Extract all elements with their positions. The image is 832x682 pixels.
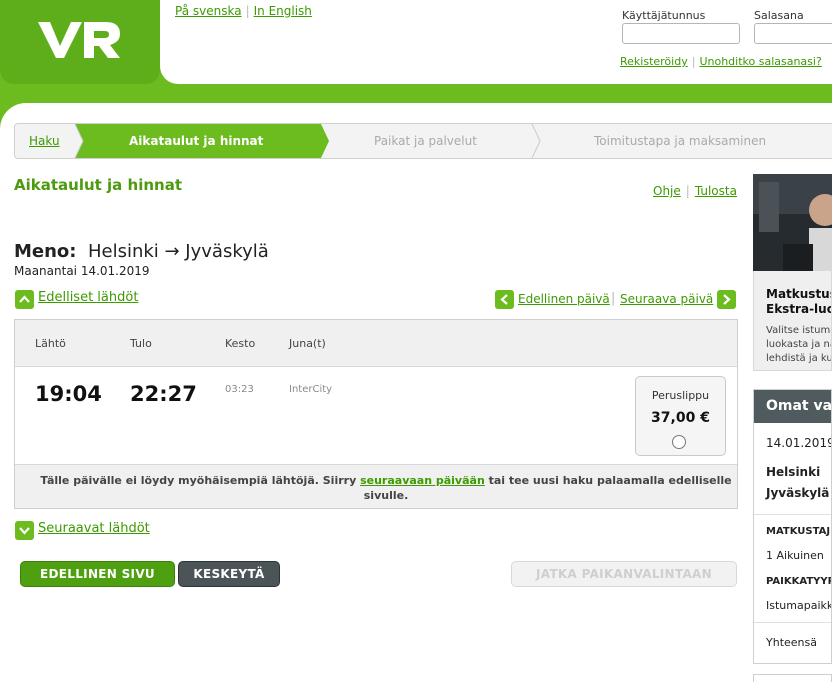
col-trains: Juna(t): [289, 337, 326, 350]
continue-seat-selection-button[interactable]: JATKA PAIKANVALINTAAN: [511, 561, 737, 587]
step-schedules-prices: Aikataulut ja hinnat: [129, 134, 264, 148]
next-day-note-link[interactable]: seuraavaan päivään: [360, 474, 485, 487]
summary-from: Helsinki: [766, 465, 821, 479]
help-links: Ohje | Tulosta: [653, 184, 737, 198]
promo-text-line-1: Valitse istuma: [766, 325, 832, 336]
passenger-photo-icon: [753, 174, 832, 271]
language-links: På svenska | In English: [175, 4, 312, 18]
divider: [754, 514, 831, 515]
promo-text: Valitse istuma luokasta ja na lehdistä j…: [766, 324, 832, 366]
no-more-departures-note: Tälle päivälle ei löydy myöhäisempiä läh…: [15, 464, 737, 508]
previous-page-button[interactable]: EDELLINEN SIVU: [20, 561, 175, 587]
fare-option[interactable]: Peruslippu 37,00 €: [635, 376, 726, 456]
step-seats-services: Paikat ja palvelut: [374, 134, 477, 148]
train-type: InterCity: [289, 384, 333, 395]
vr-logo-icon: [38, 22, 120, 58]
next-day-link[interactable]: Seuraava päivä: [620, 292, 713, 306]
register-link[interactable]: Rekisteröidy: [620, 55, 688, 68]
separator: |: [611, 291, 616, 306]
own-selections-panel: Omat vali 14.01.2019 Helsinki Jyväskylä …: [753, 389, 832, 664]
prev-day-link[interactable]: Edellinen päivä: [518, 292, 610, 306]
promo-text-line-3: lehdistä ja ku: [766, 353, 832, 364]
note-text-before: Tälle päivälle ei löydy myöhäisempiä läh…: [40, 474, 361, 487]
separator: |: [685, 184, 690, 198]
fare-radio[interactable]: [672, 435, 686, 449]
promo-text-line-2: luokasta ja na: [766, 339, 832, 350]
direction-label: Meno:: [14, 241, 77, 262]
help-link[interactable]: Ohje: [653, 184, 681, 198]
table-header: Lähtö Tulo Kesto Juna(t): [15, 320, 737, 367]
route-heading: Meno: Helsinki → Jyväskylä: [14, 241, 269, 262]
next-day-button[interactable]: [717, 290, 736, 309]
route-text: Helsinki → Jyväskylä: [87, 241, 269, 262]
cancel-button[interactable]: KESKEYTÄ: [178, 561, 280, 587]
total-label: Yhteensä: [766, 636, 817, 649]
divider: [754, 622, 831, 623]
seat-type-heading: PAIKKATYYP: [766, 576, 832, 587]
promo-title-line-1: Matkustus: [766, 287, 832, 301]
username-label: Käyttäjätunnus: [622, 9, 706, 22]
step-delivery-payment: Toimitustapa ja maksaminen: [594, 134, 767, 148]
separator: |: [691, 55, 696, 68]
step-haku[interactable]: Haku: [29, 134, 60, 148]
chevron-left-icon: [500, 294, 508, 305]
promo-box: Matkustus Ekstra-luo Valitse istuma luok…: [753, 271, 832, 371]
fare-price: 37,00 €: [651, 410, 710, 426]
prev-departures-link[interactable]: Edelliset lähdöt: [38, 290, 138, 305]
prev-departures-button[interactable]: [15, 290, 34, 309]
chevron-up-icon: [19, 295, 30, 303]
lang-english-link[interactable]: In English: [254, 4, 312, 18]
prev-day-button[interactable]: [495, 290, 514, 309]
own-selections-title: Omat vali: [754, 390, 831, 423]
forgot-password-link[interactable]: Unohditko salasanasi?: [699, 55, 821, 68]
col-duration: Kesto: [225, 337, 256, 350]
chevron-right-icon: [723, 294, 731, 305]
promo-image: [753, 174, 832, 271]
departures-table: Lähtö Tulo Kesto Juna(t) 19:04 22:27 03:…: [14, 319, 738, 509]
password-label: Salasana: [754, 9, 804, 22]
duration: 03:23: [225, 384, 254, 395]
side-panel-next: [753, 674, 832, 682]
arrival-time: 22:27: [130, 382, 197, 406]
vr-logo[interactable]: [0, 0, 160, 84]
departure-time: 19:04: [35, 382, 102, 406]
promo-title-line-2: Ekstra-luo: [766, 302, 832, 316]
chevron-down-icon: [19, 527, 30, 535]
passengers-heading: MATKUSTAJ: [766, 526, 831, 537]
travel-date: Maanantai 14.01.2019: [14, 264, 150, 278]
fare-name: Peruslippu: [651, 389, 710, 402]
col-departure: Lähtö: [35, 337, 66, 350]
print-link[interactable]: Tulosta: [695, 184, 737, 198]
progress-steps: Haku Aikataulut ja hinnat Paikat ja palv…: [14, 123, 832, 159]
passengers-value: 1 Aikuinen: [766, 549, 824, 562]
login-links: Rekisteröidy | Unohditko salasanasi?: [620, 55, 822, 68]
col-arrival: Tulo: [130, 337, 152, 350]
next-departures-link[interactable]: Seuraavat lähdöt: [38, 521, 150, 536]
lang-swedish-link[interactable]: På svenska: [175, 4, 242, 18]
summary-to: Jyväskylä: [766, 486, 830, 500]
password-input[interactable]: [754, 23, 832, 44]
promo-title: Matkustus Ekstra-luo: [766, 287, 832, 317]
page-title: Aikataulut ja hinnat: [14, 176, 182, 194]
seat-type-value: Istumapaikk: [766, 599, 832, 612]
separator: |: [245, 4, 250, 18]
username-input[interactable]: [622, 23, 740, 44]
next-departures-button[interactable]: [15, 521, 34, 540]
summary-date: 14.01.2019: [766, 436, 832, 450]
